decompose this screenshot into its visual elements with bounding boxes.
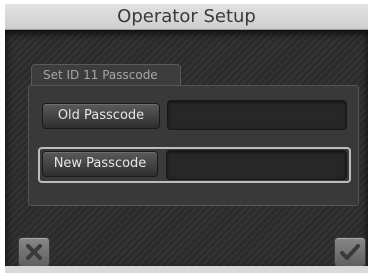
checkmark-icon [340,244,360,260]
cancel-button[interactable] [18,237,50,267]
operator-setup-screen: Operator Setup Set ID 11 Passcode Old Pa… [0,0,373,273]
confirm-button[interactable] [334,237,366,267]
new-passcode-field[interactable] [166,150,347,180]
bottom-strip [5,266,368,273]
x-icon [26,244,42,260]
window-title: Operator Setup [5,4,368,30]
old-passcode-field[interactable] [167,100,347,130]
old-passcode-button[interactable]: Old Passcode [42,103,160,129]
tab-set-passcode[interactable]: Set ID 11 Passcode [31,64,181,86]
new-passcode-button[interactable]: New Passcode [42,151,158,177]
